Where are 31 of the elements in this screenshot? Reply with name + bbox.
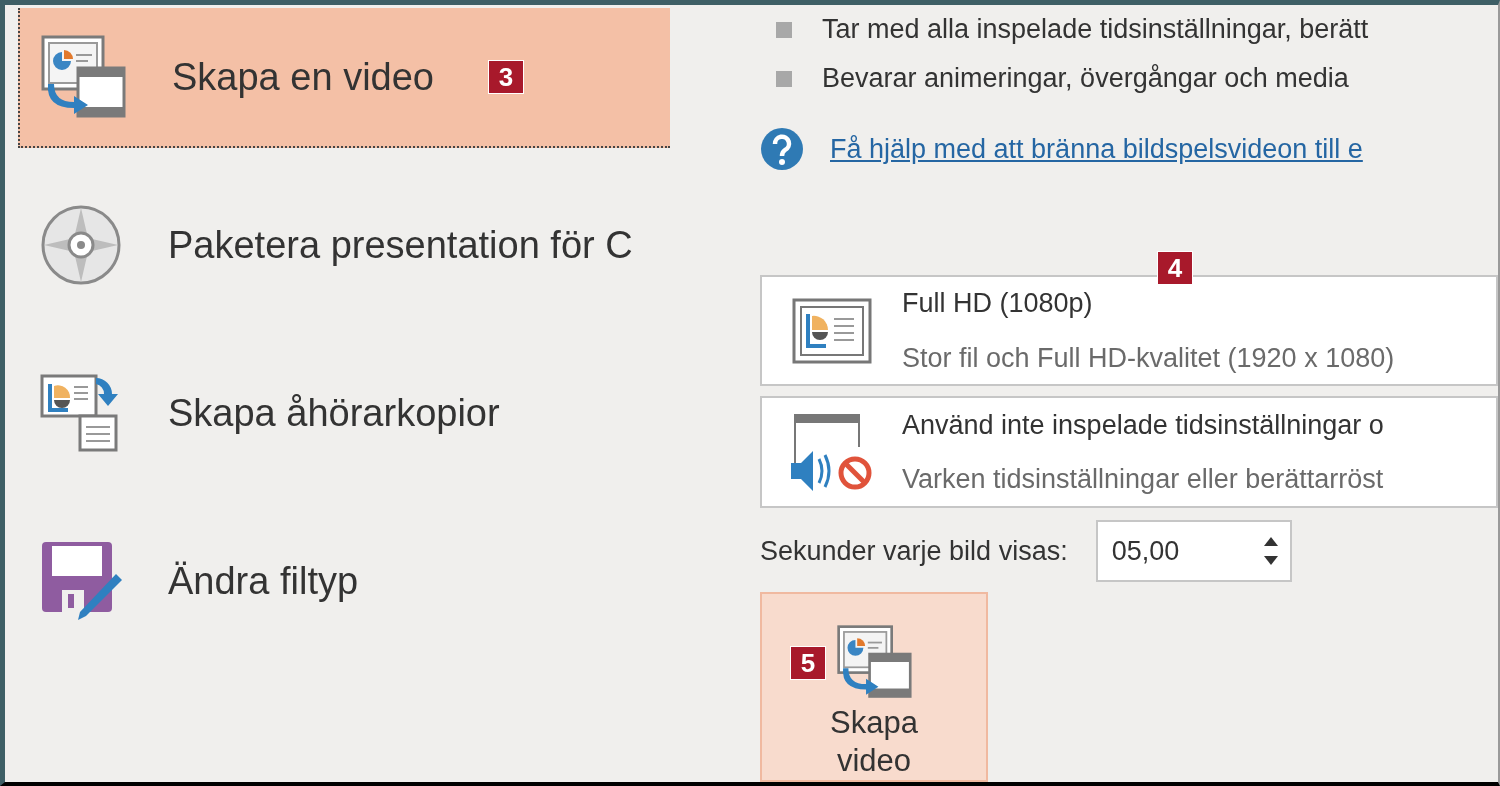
menu-item-label: Skapa en video — [172, 54, 434, 100]
spin-up-icon[interactable] — [1263, 537, 1278, 546]
backstage-menu-item[interactable]: Ändra filtyp — [18, 512, 670, 652]
menu-item-label: Paketera presentation för C — [168, 222, 633, 268]
seconds-spinner-field[interactable]: 05,00 — [1095, 520, 1292, 582]
option-subtitle: Varken tidsinställningar eller berättarröst — [902, 463, 1384, 497]
option-subtitle: Stor fil och Full HD-kvalitet (1920 x 1080) — [902, 341, 1395, 375]
seconds-label: Sekunder varje bild visas: — [760, 534, 1068, 568]
bullet-text: Tar med alla inspelade tidsinställningar, berätt — [822, 13, 1369, 47]
backstage-menu-item[interactable]: Paketera presentation för C — [18, 176, 670, 316]
number-badge: 3 — [488, 60, 524, 94]
menu-item-label: Ändra filtyp — [168, 558, 359, 604]
create-video-button[interactable]: 5 Skapa video — [760, 592, 988, 782]
backstage-menu-item[interactable]: Skapa en video 3 — [18, 8, 670, 148]
number-badge: 5 — [790, 646, 826, 680]
bullet-text: Bevarar animeringar, övergångar och media — [822, 62, 1349, 96]
help-link[interactable]: Få hjälp med att bränna bildspelsvideon till e — [830, 128, 1363, 170]
help-icon — [760, 126, 804, 171]
backstage-menu-item[interactable]: Skapa åhörarkopior — [18, 344, 670, 484]
slide-chart-icon — [792, 297, 872, 364]
menu-item-label: Skapa åhörarkopior — [168, 390, 500, 436]
option-dropdown[interactable]: Använd inte inspelade tidsinställningar o Varken tidsinställningar eller berättarröst — [760, 396, 1498, 508]
slide-to-video-icon — [40, 34, 126, 120]
floppy-disk-pencil-icon — [40, 540, 122, 622]
bullet-icon — [776, 70, 792, 87]
number-badge: 4 — [1157, 250, 1193, 285]
option-title: Full HD (1080p) — [902, 287, 1094, 321]
spin-down-icon[interactable] — [1263, 556, 1278, 565]
bullet-icon — [776, 21, 792, 38]
option-title: Använd inte inspelade tidsinställningar o — [902, 408, 1384, 442]
disc-icon — [40, 204, 122, 286]
